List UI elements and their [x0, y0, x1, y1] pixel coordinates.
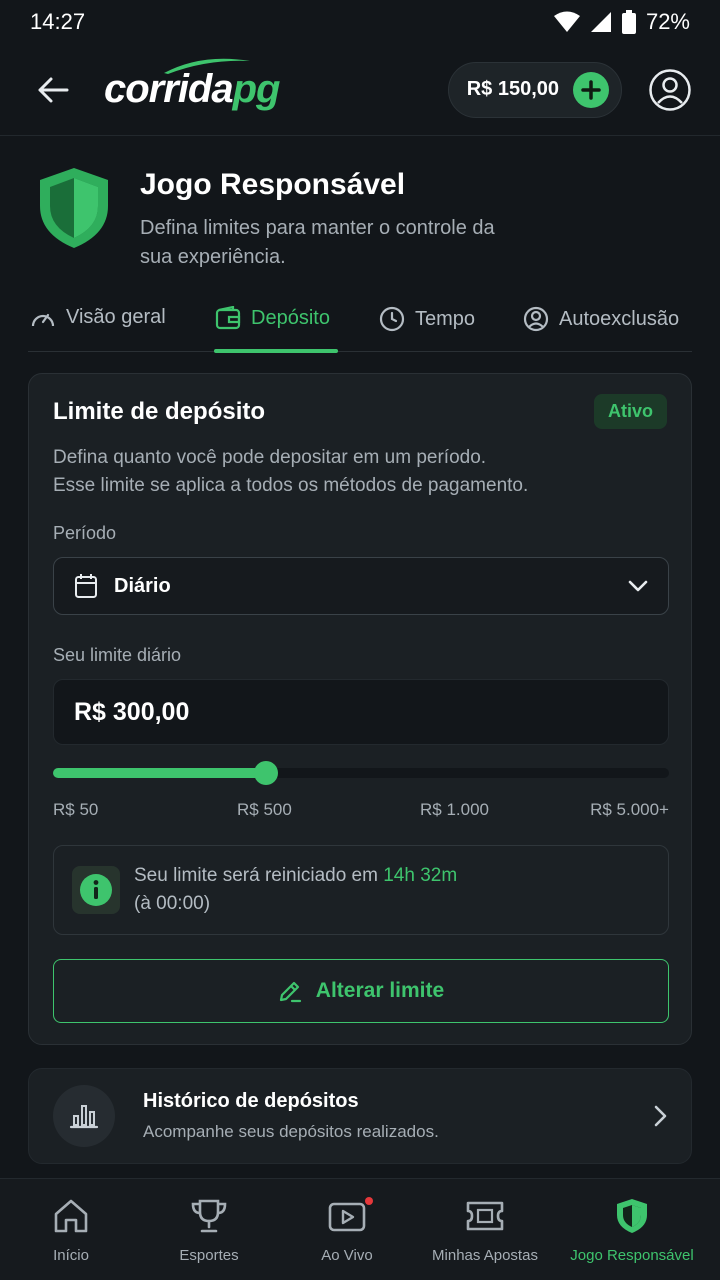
pencil-icon	[279, 981, 301, 1003]
status-bar: 14:27 72%	[0, 0, 720, 44]
nav-live[interactable]: Ao Vivo	[277, 1197, 417, 1264]
tab-deposit[interactable]: Depósito	[215, 306, 330, 330]
nav-label: Minhas Apostas	[432, 1247, 538, 1264]
live-indicator-dot	[365, 1197, 373, 1205]
description-line-1: Defina quanto você pode depositar em um …	[53, 447, 487, 468]
gauge-icon	[31, 313, 55, 326]
limit-amount-input[interactable]: R$ 300,00	[53, 679, 669, 745]
status-icons: 72%	[553, 9, 690, 35]
active-tab-indicator	[214, 349, 338, 353]
logo-swoosh-icon	[164, 58, 250, 74]
bottom-navigation: Início Esportes Ao Vivo Minhas Apostas J…	[0, 1178, 720, 1280]
limit-slider[interactable]	[53, 761, 669, 785]
deposit-add-button[interactable]	[573, 71, 609, 108]
brand-logo[interactable]: corridapg	[104, 58, 280, 112]
tick-label: R$ 1.000	[420, 800, 489, 819]
ticket-icon	[466, 1201, 504, 1231]
info-icon	[80, 874, 112, 906]
plus-icon	[581, 79, 601, 100]
profile-button[interactable]	[648, 68, 692, 112]
reset-time: (à 00:00)	[134, 893, 211, 914]
home-icon	[54, 1199, 88, 1233]
reset-info-box: Seu limite será reiniciado em 14h 32m (à…	[53, 845, 669, 935]
wifi-icon	[553, 11, 580, 32]
nav-label: Jogo Responsável	[570, 1247, 694, 1264]
battery-icon	[621, 10, 636, 34]
info-icon-wrap	[72, 866, 120, 914]
card-title: Limite de depósito	[53, 398, 266, 425]
status-badge: Ativo	[594, 394, 667, 429]
back-button[interactable]	[28, 65, 78, 115]
period-value: Diário	[114, 574, 171, 597]
slider-thumb[interactable]	[253, 761, 278, 785]
status-time: 14:27	[30, 9, 86, 34]
tab-label: Visão geral	[66, 306, 166, 328]
chevron-right-icon	[654, 1105, 667, 1127]
tab-label: Tempo	[415, 307, 476, 330]
card-description: Defina quanto você pode depositar em um …	[53, 444, 528, 500]
wallet-icon	[215, 306, 241, 330]
chevron-down-icon	[628, 580, 648, 592]
reset-info-text: Seu limite será reiniciado em 14h 32m (à…	[134, 862, 457, 918]
history-title: Histórico de depósitos	[143, 1090, 359, 1112]
app-header: corridapg R$ 150,00	[0, 44, 720, 136]
calendar-icon	[75, 574, 97, 598]
limit-amount-value: R$ 300,00	[74, 697, 190, 726]
period-select[interactable]: Diário	[53, 557, 669, 615]
live-video-icon	[328, 1202, 366, 1232]
balance-pill[interactable]: R$ 150,00	[447, 61, 622, 118]
arrow-left-icon	[38, 77, 69, 102]
user-circle-icon	[523, 306, 549, 332]
tab-self-exclusion[interactable]: Autoexclusão	[523, 306, 679, 332]
page-title: Jogo Responsável	[140, 168, 406, 201]
nav-sports[interactable]: Esportes	[139, 1197, 279, 1264]
trophy-icon	[191, 1199, 227, 1233]
battery-level: 72%	[645, 9, 690, 34]
nav-home[interactable]: Início	[1, 1197, 141, 1264]
history-text: Histórico de depósitos Acompanhe seus de…	[143, 1090, 439, 1142]
change-limit-label: Alterar limite	[315, 979, 445, 1002]
tab-time[interactable]: Tempo	[379, 306, 475, 332]
deposit-limit-card: Limite de depósito Ativo Defina quanto v…	[28, 373, 692, 1045]
deposit-history-row[interactable]: Histórico de depósitos Acompanhe seus de…	[28, 1068, 692, 1164]
history-subtitle: Acompanhe seus depósitos realizados.	[143, 1122, 439, 1141]
nav-label: Esportes	[179, 1247, 239, 1264]
tab-label: Autoexclusão	[559, 307, 680, 330]
nav-label: Ao Vivo	[321, 1247, 373, 1264]
tick-label: R$ 5.000+	[590, 800, 669, 819]
page-hero: Jogo Responsável Defina limites para man…	[38, 166, 520, 272]
tab-bar: Visão geral Depósito Tempo Autoexclusão	[28, 296, 692, 353]
clock-icon	[379, 306, 405, 332]
tab-overview[interactable]: Visão geral	[30, 306, 166, 329]
description-line-2: Esse limite se aplica a todos os métodos…	[53, 475, 529, 496]
tab-label: Depósito	[251, 306, 330, 329]
balance-amount: R$ 150,00	[466, 78, 559, 100]
nav-responsible-gaming[interactable]: Jogo Responsável	[557, 1197, 707, 1264]
page-subtitle: Defina limites para manter o controle da…	[140, 217, 495, 268]
reset-countdown: 14h 32m	[383, 865, 458, 886]
period-label: Período	[53, 523, 117, 543]
nav-my-bets[interactable]: Minhas Apostas	[415, 1197, 555, 1264]
bar-chart-icon	[69, 1105, 99, 1129]
tick-label: R$ 500	[237, 800, 292, 819]
signal-icon	[590, 12, 611, 32]
change-limit-button[interactable]: Alterar limite	[53, 959, 669, 1023]
limit-label: Seu limite diário	[53, 645, 182, 665]
reset-info-prefix: Seu limite será reiniciado em	[134, 865, 384, 886]
nav-label: Início	[53, 1247, 89, 1264]
tick-label: R$ 50	[53, 800, 99, 819]
shield-icon	[617, 1199, 647, 1233]
user-circle-icon	[649, 68, 691, 111]
slider-fill	[53, 768, 266, 778]
hero-text: Jogo Responsável Defina limites para man…	[140, 166, 520, 272]
chart-icon-wrap	[53, 1085, 115, 1147]
shield-icon	[40, 168, 108, 248]
